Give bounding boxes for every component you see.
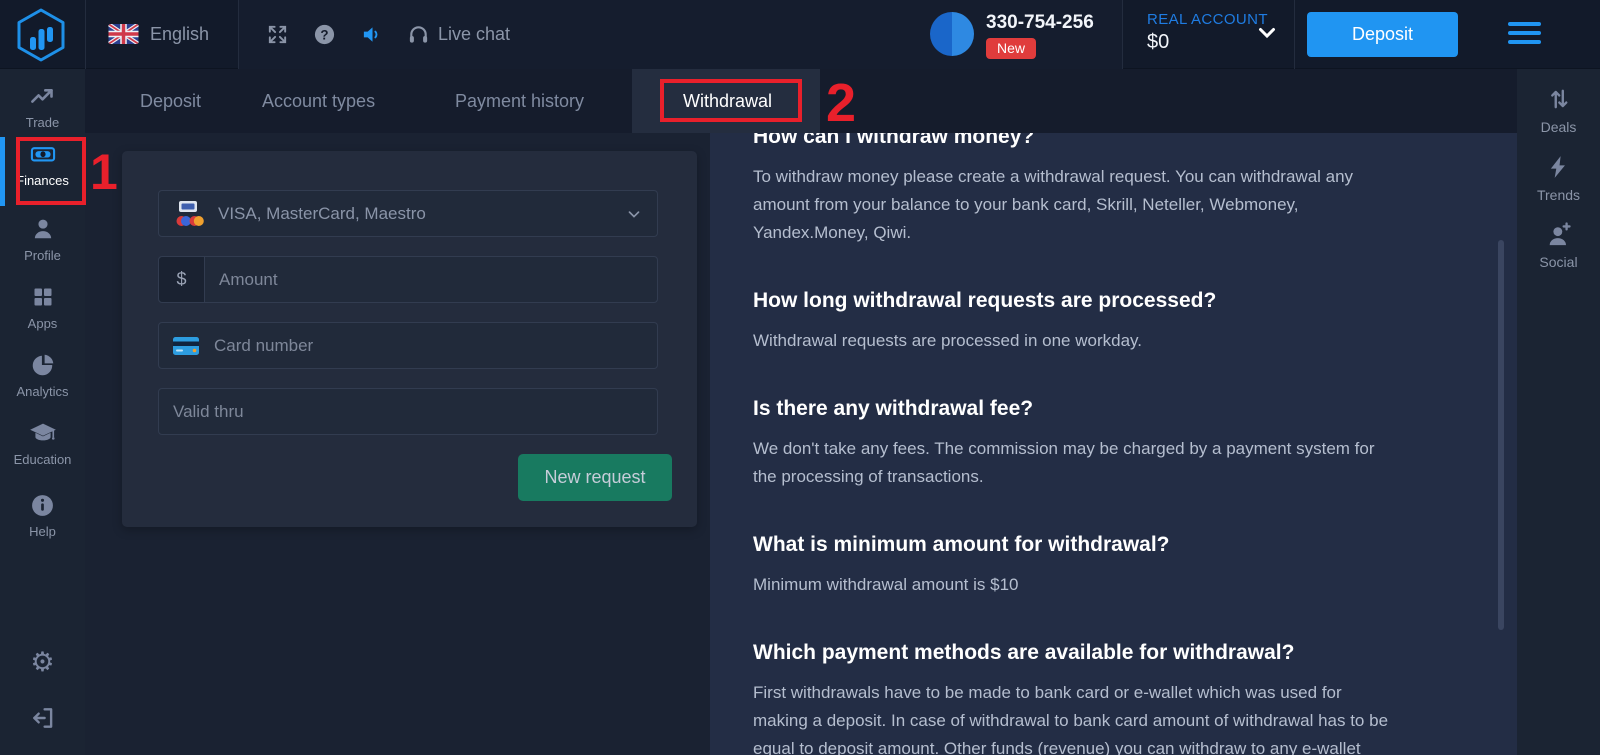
- logout-icon: [0, 703, 85, 733]
- card-number-input[interactable]: [200, 323, 657, 368]
- user-plus-icon: [1517, 218, 1600, 250]
- withdrawal-form-panel: VISA, MasterCard, Maestro $: [122, 151, 697, 527]
- platform-logo-icon[interactable]: [14, 7, 68, 63]
- withdrawal-form-column: VISA, MasterCard, Maestro $: [85, 133, 710, 755]
- header-divider: [1294, 0, 1295, 69]
- faq-question: How long withdrawal requests are process…: [753, 287, 1400, 315]
- payment-method-value: VISA, MasterCard, Maestro: [204, 204, 625, 224]
- card-brands-icon: [172, 200, 204, 228]
- chevron-down-icon[interactable]: [1258, 26, 1276, 45]
- menu-icon[interactable]: [1508, 22, 1541, 49]
- sidebar-item-label: Help: [0, 524, 85, 539]
- faq-question: Which payment methods are available for …: [753, 639, 1400, 667]
- sidebar-item-label: Trade: [0, 115, 85, 130]
- tab-deposit[interactable]: Deposit: [140, 69, 201, 133]
- lightning-icon: [1517, 151, 1600, 183]
- account-type-label: REAL ACCOUNT: [1147, 11, 1268, 28]
- faq-answer: We don't take any fees. The commission m…: [753, 435, 1400, 491]
- faq-answer: Minimum withdrawal amount is $10: [753, 571, 1400, 599]
- arrows-up-down-icon: [1517, 83, 1600, 115]
- settings-button[interactable]: ⚙: [0, 647, 85, 677]
- right-sidebar: Deals Trends Social: [1517, 69, 1600, 755]
- new-request-button[interactable]: New request: [518, 454, 672, 501]
- left-sidebar: Trade Finances Profile Apps: [0, 69, 85, 755]
- language-selector[interactable]: English: [150, 0, 209, 69]
- trend-up-icon: [0, 81, 85, 111]
- help-circle-icon[interactable]: ?: [313, 23, 336, 46]
- account-id: 330-754-256: [986, 12, 1094, 34]
- withdrawal-faq-column: How can I withdraw money? To withdraw mo…: [710, 133, 1517, 755]
- top-bar: English ? Live chat 330-754-256 New REAL…: [0, 0, 1600, 69]
- sidebar-item-label: Deals: [1517, 119, 1600, 135]
- finances-tab-bar: Deposit Account types Payment history Wi…: [85, 69, 1517, 133]
- sidebar-item-label: Education: [0, 452, 85, 467]
- faq-answer: Withdrawal requests are processed in one…: [753, 327, 1400, 355]
- sidebar-item-trade[interactable]: Trade: [0, 81, 85, 130]
- faq-answer: To withdraw money please create a withdr…: [753, 163, 1400, 247]
- sidebar-item-finances[interactable]: Finances: [0, 139, 85, 188]
- valid-thru-field-row: [158, 388, 658, 435]
- live-chat-button[interactable]: Live chat: [438, 0, 510, 69]
- tab-payment-history[interactable]: Payment history: [455, 69, 584, 133]
- info-icon: [0, 490, 85, 520]
- header-divider: [85, 0, 86, 69]
- tab-withdrawal[interactable]: Withdrawal: [683, 69, 772, 133]
- gear-icon: ⚙: [30, 647, 54, 677]
- banknote-icon: [0, 139, 85, 169]
- uk-flag-icon: [108, 24, 139, 44]
- valid-thru-input[interactable]: [159, 389, 657, 434]
- user-icon: [0, 214, 85, 244]
- header-divider: [238, 0, 239, 69]
- amount-input[interactable]: [205, 257, 657, 302]
- tab-account-types[interactable]: Account types: [262, 69, 375, 133]
- headset-icon[interactable]: [407, 23, 430, 46]
- graduation-cap-icon: [0, 418, 85, 448]
- faq-content: How can I withdraw money? To withdraw mo…: [710, 133, 1460, 755]
- sidebar-item-analytics[interactable]: Analytics: [0, 350, 85, 399]
- payment-method-select[interactable]: VISA, MasterCard, Maestro: [158, 190, 658, 237]
- svg-text:?: ?: [320, 27, 328, 42]
- sidebar-item-label: Apps: [0, 316, 85, 331]
- logout-button[interactable]: [0, 703, 85, 733]
- sidebar-item-help[interactable]: Help: [0, 490, 85, 539]
- scrollbar-thumb[interactable]: [1498, 240, 1504, 630]
- chevron-down-icon: [625, 205, 643, 223]
- sidebar-item-label: Social: [1517, 254, 1600, 270]
- sidebar-item-label: Finances: [0, 173, 85, 188]
- sidebar-item-education[interactable]: Education: [0, 418, 85, 467]
- deposit-button[interactable]: Deposit: [1307, 12, 1458, 57]
- new-badge: New: [986, 38, 1036, 59]
- sidebar-item-trends[interactable]: Trends: [1517, 151, 1600, 203]
- faq-question: What is minimum amount for withdrawal?: [753, 531, 1400, 559]
- sidebar-item-deals[interactable]: Deals: [1517, 83, 1600, 135]
- sidebar-item-label: Profile: [0, 248, 85, 263]
- sidebar-item-apps[interactable]: Apps: [0, 282, 85, 331]
- sidebar-item-label: Trends: [1517, 187, 1600, 203]
- grid-icon: [0, 282, 85, 312]
- sidebar-item-label: Analytics: [0, 384, 85, 399]
- avatar[interactable]: [930, 12, 974, 56]
- account-balance: $0: [1147, 31, 1268, 54]
- credit-card-icon: [172, 335, 200, 357]
- currency-prefix: $: [159, 257, 205, 302]
- sound-icon[interactable]: [361, 23, 384, 46]
- faq-question: Is there any withdrawal fee?: [753, 395, 1400, 423]
- fullscreen-icon[interactable]: [266, 23, 289, 46]
- header-divider: [1122, 0, 1123, 69]
- pie-chart-icon: [0, 350, 85, 380]
- amount-field-row: $: [158, 256, 658, 303]
- sidebar-item-profile[interactable]: Profile: [0, 214, 85, 263]
- account-switcher[interactable]: REAL ACCOUNT $0: [1147, 11, 1268, 54]
- sidebar-item-social[interactable]: Social: [1517, 218, 1600, 270]
- faq-answer: First withdrawals have to be made to ban…: [753, 679, 1400, 755]
- faq-question: How can I withdraw money?: [753, 133, 1400, 151]
- card-number-field-row: [158, 322, 658, 369]
